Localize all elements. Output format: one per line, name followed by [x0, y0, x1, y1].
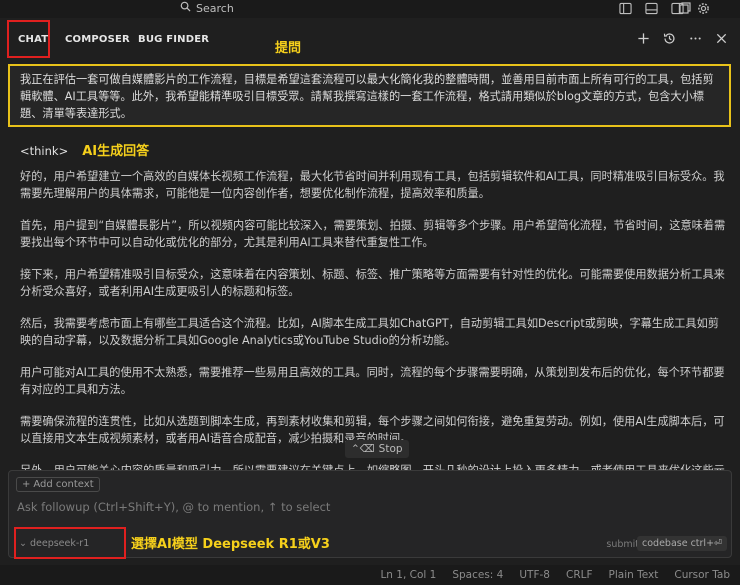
title-bar: Search	[0, 0, 740, 18]
indentation[interactable]: Spaces: 4	[452, 569, 503, 581]
annotation-ask: 提問	[275, 41, 302, 56]
stop-label: Stop	[378, 443, 403, 455]
toggle-sidebar-icon[interactable]	[618, 1, 632, 15]
language-mode[interactable]: Plain Text	[609, 569, 659, 581]
chevron-down-icon: ⌄	[19, 538, 27, 549]
stop-shortcut-icon: ⌃⌫	[351, 443, 375, 455]
status-bar: Ln 1, Col 1 Spaces: 4 UTF-8 CRLF Plain T…	[0, 565, 740, 585]
encoding[interactable]: UTF-8	[519, 569, 550, 581]
answer-paragraph: 接下来，用户希望精准吸引目标受众，这意味着在内容策划、标题、标签、推广策略等方面…	[20, 268, 725, 298]
plus-icon[interactable]	[636, 31, 650, 45]
followup-composer: + Add context Ask followup (Ctrl+Shift+Y…	[8, 470, 732, 559]
stop-button[interactable]: ⌃⌫ Stop	[345, 440, 409, 458]
tab-composer[interactable]: COMPOSER	[65, 34, 130, 45]
chat-tabs-bar: CHAT COMPOSER BUG FINDER 提問	[0, 18, 740, 62]
gear-icon[interactable]	[696, 1, 710, 15]
think-tag: <think>	[20, 144, 69, 158]
more-icon[interactable]	[688, 31, 702, 45]
cursor-position[interactable]: Ln 1, Col 1	[380, 569, 436, 581]
toggle-panel-icon[interactable]	[644, 1, 658, 15]
ai-answer: 好的，用户希望建立一个高效的自媒体长视频工作流程，最大化节省时间并利用现有工具，…	[20, 168, 726, 511]
answer-paragraph: 然后，我需要考虑市面上有哪些工具适合这个流程。比如，AI脚本生成工具如ChatG…	[20, 317, 719, 347]
model-selector[interactable]: ⌄ deepseek-r1	[19, 538, 89, 549]
plus-icon: +	[22, 479, 31, 490]
history-icon[interactable]	[662, 31, 676, 45]
submit-button[interactable]: submit	[606, 539, 639, 550]
line-ending[interactable]: CRLF	[566, 569, 593, 581]
annotation-model: 選擇AI模型 Deepseek R1或V3	[131, 537, 330, 552]
tab-actions	[636, 31, 728, 45]
search-icon	[180, 1, 191, 15]
codebase-button[interactable]: codebase ctrl+⏎	[637, 536, 727, 551]
restore-window-icon[interactable]	[678, 1, 692, 15]
search-label: Search	[196, 1, 234, 15]
answer-paragraph: 用户可能对AI工具的使用不太熟悉，需要推荐一些易用且高效的工具。同时，流程的每个…	[20, 366, 725, 396]
answer-paragraph: 首先，用户提到“自媒體長影片”，所以视频内容可能比较深入，需要策划、拍摄、剪辑等…	[20, 219, 726, 249]
model-name: deepseek-r1	[29, 538, 90, 549]
tab-chat[interactable]: CHAT	[18, 34, 48, 45]
command-search[interactable]: Search	[180, 0, 234, 16]
add-context-label: Add context	[33, 479, 94, 490]
layout-controls	[618, 1, 710, 15]
add-context-button[interactable]: + Add context	[16, 477, 100, 492]
close-icon[interactable]	[714, 31, 728, 45]
tab-bug-finder[interactable]: BUG FINDER	[138, 34, 209, 45]
think-header: <think> AI生成回答	[20, 140, 149, 159]
cursor-tab[interactable]: Cursor Tab	[674, 569, 730, 581]
user-question: 我正在評估一套可做自媒體影片的工作流程，目標是希望這套流程可以最大化簡化我的整體…	[8, 64, 731, 127]
followup-input[interactable]: Ask followup (Ctrl+Shift+Y), @ to mentio…	[17, 500, 330, 514]
answer-paragraph: 好的，用户希望建立一个高效的自媒体长视频工作流程，最大化节省时间并利用现有工具，…	[20, 170, 725, 200]
annotation-ai-answer: AI生成回答	[82, 144, 150, 159]
